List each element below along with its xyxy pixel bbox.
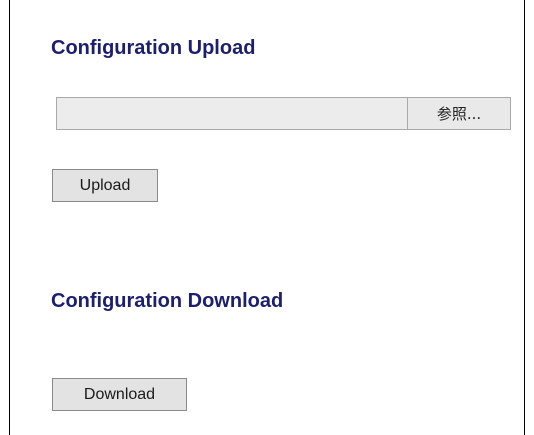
configuration-download-title: Configuration Download xyxy=(51,290,284,312)
configuration-upload-title: Configuration Upload xyxy=(51,37,256,59)
file-chooser[interactable]: 参照... xyxy=(56,97,511,130)
download-button[interactable]: Download xyxy=(52,378,187,411)
content-frame xyxy=(9,0,525,435)
file-path-field[interactable] xyxy=(57,98,407,129)
upload-button[interactable]: Upload xyxy=(52,169,158,202)
browse-button[interactable]: 参照... xyxy=(407,98,510,129)
